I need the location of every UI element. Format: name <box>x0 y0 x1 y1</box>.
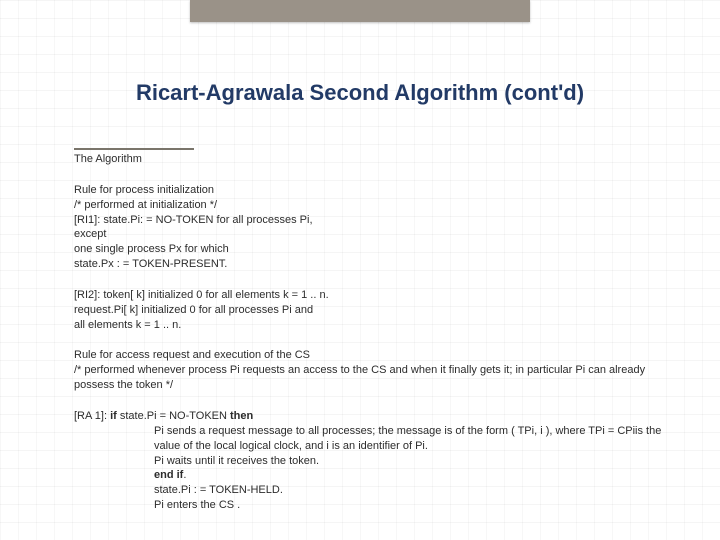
access-l1: Rule for access request and execution of… <box>74 349 310 361</box>
ra1-b2: Pi waits until it receives the token. <box>74 454 670 469</box>
ri1-l2: /* performed at initialization */ <box>74 199 217 211</box>
ri2-l1: [RI2]: token[ k] initialized 0 for all e… <box>74 289 329 301</box>
ra1-b1: Pi sends a request message to all proces… <box>74 424 670 454</box>
ri2-l3: all elements k = 1 .. n. <box>74 319 181 331</box>
para-ri1: Rule for process initialization /* perfo… <box>74 183 334 272</box>
slide-title: Ricart-Agrawala Second Algorithm (cont'd… <box>0 80 720 106</box>
ra1-then-kw: then <box>230 410 253 422</box>
ri1-l1: Rule for process initialization <box>74 184 214 196</box>
slide-body: The Algorithm Rule for process initializ… <box>74 152 670 529</box>
ra1-b5: Pi enters the CS . <box>74 498 670 513</box>
access-l2: /* performed whenever process Pi request… <box>74 364 645 391</box>
ra1-b3-tail: . <box>183 469 186 481</box>
ra1-if-kw: if <box>110 410 117 422</box>
ri1-l4: one single process Px for which <box>74 243 229 255</box>
section-heading: The Algorithm <box>74 152 670 167</box>
ra1-b4: state.Pi : = TOKEN-HELD. <box>74 483 670 498</box>
ri2-l2: request.Pi[ k] initialized 0 for all pro… <box>74 304 313 316</box>
para-ri2: [RI2]: token[ k] initialized 0 for all e… <box>74 288 334 333</box>
ra1-endif-kw: end if <box>154 469 183 481</box>
ra1-prefix: [RA 1]: <box>74 410 110 422</box>
para-access: Rule for access request and execution of… <box>74 348 670 393</box>
top-decor-bar <box>190 0 530 22</box>
ri1-l5: state.Px : = TOKEN-PRESENT. <box>74 258 227 270</box>
ri1-l3: [RI1]: state.Pi: = NO-TOKEN for all proc… <box>74 214 313 241</box>
para-ra1: [RA 1]: if state.Pi = NO-TOKEN then Pi s… <box>74 409 670 513</box>
title-underline <box>74 148 194 150</box>
ra1-head: [RA 1]: if state.Pi = NO-TOKEN then <box>74 409 670 424</box>
ra1-mid: state.Pi = NO-TOKEN <box>117 410 230 422</box>
ra1-b3: end if. <box>74 468 670 483</box>
